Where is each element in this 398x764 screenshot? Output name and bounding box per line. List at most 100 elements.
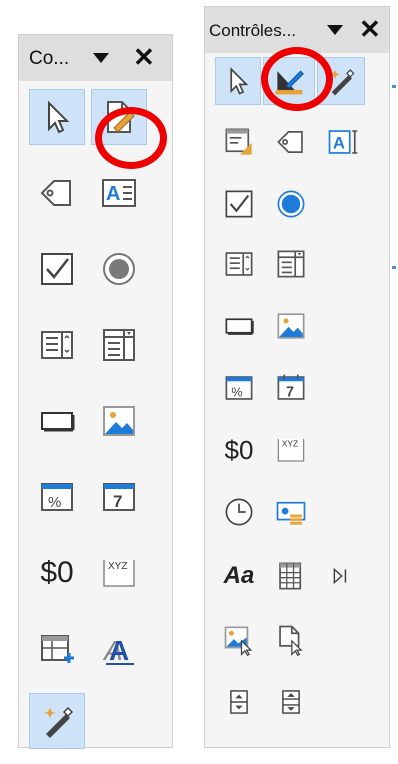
- combo-box-button[interactable]: [91, 317, 147, 373]
- push-button-button[interactable]: [215, 301, 263, 351]
- image-button-button[interactable]: [267, 301, 315, 351]
- design-mode-icon: [275, 70, 304, 95]
- image-control-button[interactable]: [215, 615, 263, 665]
- file-selection-icon: [279, 625, 303, 656]
- formatted-field-button[interactable]: %: [29, 469, 85, 525]
- fontwork-button[interactable]: AA: [91, 621, 147, 677]
- text-box-button[interactable]: A: [319, 117, 367, 167]
- numeric-field-icon: [276, 501, 306, 525]
- currency-field-button[interactable]: $0: [215, 425, 263, 475]
- image-button-icon: [277, 313, 305, 339]
- currency-field-button[interactable]: $0: [29, 545, 85, 601]
- font-work-icon: AA: [102, 635, 134, 666]
- select-button[interactable]: [29, 89, 85, 145]
- select-cursor-icon: [230, 67, 249, 95]
- time-field-button[interactable]: [215, 487, 263, 537]
- design-mode-button[interactable]: [263, 57, 315, 105]
- checkbox-icon: [41, 253, 73, 285]
- checkbox-button[interactable]: [215, 179, 263, 229]
- svg-text:A: A: [106, 183, 120, 205]
- checkbox-icon: [225, 190, 253, 218]
- design-mode-button[interactable]: [91, 89, 147, 145]
- combo-box-button[interactable]: [267, 239, 315, 289]
- toolbar-title: Contrôles...: [209, 21, 296, 40]
- form-design-button[interactable]: [215, 117, 263, 167]
- close-icon[interactable]: ✕: [359, 16, 381, 42]
- wizards-button[interactable]: [317, 57, 365, 105]
- dropdown-arrow-icon[interactable]: [327, 25, 343, 35]
- numeric-field-button[interactable]: [267, 487, 315, 537]
- scroll-bar-icon: [282, 690, 300, 714]
- date-field-number: 7: [113, 492, 122, 511]
- date-field-button[interactable]: 7: [91, 469, 147, 525]
- label-button[interactable]: [267, 117, 315, 167]
- design-mode-icon: [107, 101, 135, 133]
- image-button-button[interactable]: [91, 393, 147, 449]
- scroll-bar-button[interactable]: [267, 677, 315, 727]
- toolbar-title: Co...: [29, 48, 70, 69]
- svg-text:A: A: [109, 635, 129, 666]
- date-field-icon: 7: [277, 374, 305, 400]
- wizards-button[interactable]: [29, 693, 85, 749]
- navigation-bar-icon: [333, 567, 347, 585]
- list-box-button[interactable]: [215, 239, 263, 289]
- spin-button-button[interactable]: [215, 677, 263, 727]
- time-field-icon: [225, 498, 253, 526]
- edge-marker: [392, 266, 396, 269]
- edge-marker: [392, 85, 396, 88]
- controls-toolbar-left: Co... ✕ A % 7 $0 XYZ A A: [18, 34, 173, 749]
- list-box-icon: [41, 331, 73, 359]
- toolbar-titlebar[interactable]: Co... ✕: [19, 35, 172, 81]
- formatted-field-button[interactable]: %: [215, 363, 263, 413]
- svg-text:%: %: [48, 494, 61, 511]
- pattern-field-icon: XYZ: [103, 560, 135, 587]
- option-button-icon: [277, 190, 305, 218]
- pattern-field-icon: XYZ: [277, 439, 305, 462]
- select-button[interactable]: [215, 57, 261, 105]
- navigation-bar-button[interactable]: [317, 551, 365, 601]
- label-button[interactable]: [29, 165, 85, 221]
- option-button[interactable]: [267, 179, 315, 229]
- table-control-button[interactable]: [29, 621, 85, 677]
- formatted-field-icon: %: [225, 376, 253, 400]
- pattern-field-text: XYZ: [282, 439, 298, 449]
- date-field-icon: 7: [103, 483, 135, 511]
- text-box-icon: A: [328, 130, 358, 154]
- pattern-field-button[interactable]: XYZ: [267, 425, 315, 475]
- table-control-icon: [41, 635, 74, 663]
- date-field-button[interactable]: 7: [267, 363, 315, 413]
- wizards-icon: [330, 69, 355, 96]
- currency-field-icon: $0: [40, 556, 74, 589]
- date-field-number: 7: [286, 384, 294, 400]
- svg-text:A: A: [333, 134, 345, 153]
- list-box-icon: [225, 252, 253, 276]
- svg-text:%: %: [231, 385, 242, 399]
- wizards-icon: [44, 706, 74, 738]
- table-control-button[interactable]: [267, 551, 315, 601]
- image-button-icon: [103, 406, 135, 436]
- push-button-icon: [41, 412, 75, 432]
- list-box-button[interactable]: [29, 317, 85, 373]
- push-button-button[interactable]: [29, 393, 85, 449]
- combo-box-icon: [277, 250, 305, 278]
- option-button-icon: [103, 253, 135, 285]
- toolbar-titlebar[interactable]: Contrôles... ✕: [205, 7, 389, 53]
- checkbox-button[interactable]: [29, 241, 85, 297]
- spin-button-icon: [230, 690, 248, 714]
- label-icon: [277, 131, 303, 153]
- currency-field-icon: $0: [224, 434, 254, 465]
- formatted-field-icon: %: [41, 483, 73, 511]
- close-icon[interactable]: ✕: [133, 44, 155, 70]
- option-button[interactable]: [91, 241, 147, 297]
- label-icon: [40, 180, 71, 206]
- pattern-field-button[interactable]: XYZ: [91, 545, 147, 601]
- font-aa-icon: Aa: [223, 562, 255, 589]
- form-design-icon: [225, 128, 252, 155]
- text-box-button[interactable]: A: [91, 165, 147, 221]
- select-cursor-icon: [48, 100, 70, 134]
- file-selection-button[interactable]: [267, 615, 315, 665]
- combo-box-icon: [103, 329, 135, 361]
- pattern-field-text: XYZ: [108, 561, 127, 572]
- fontwork-button[interactable]: Aa: [215, 551, 263, 601]
- dropdown-arrow-icon[interactable]: [93, 53, 109, 63]
